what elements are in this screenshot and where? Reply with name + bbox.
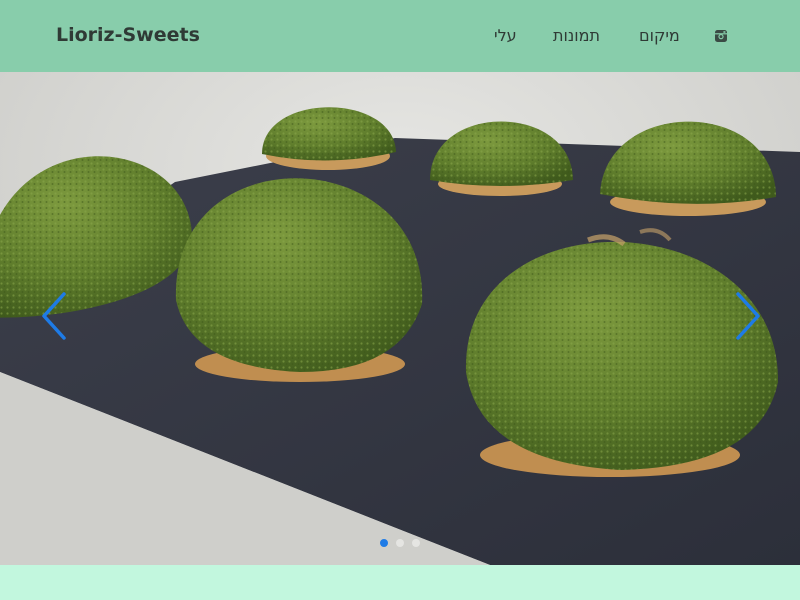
carousel-indicator-1[interactable] bbox=[380, 539, 388, 547]
page-background-band bbox=[0, 565, 800, 600]
carousel-indicator-2[interactable] bbox=[396, 539, 404, 547]
hero-carousel bbox=[0, 72, 800, 565]
chevron-left-icon bbox=[42, 292, 66, 340]
carousel-prev-button[interactable] bbox=[34, 280, 74, 350]
carousel-indicators bbox=[0, 539, 800, 551]
nav-link-about[interactable]: עלי bbox=[494, 26, 517, 45]
navbar: Lioriz-Sweets עלי תמונות מיקום bbox=[0, 0, 800, 72]
instagram-icon[interactable] bbox=[714, 28, 728, 42]
carousel-indicator-3[interactable] bbox=[412, 539, 420, 547]
slide-image bbox=[0, 72, 800, 565]
nav-link-location[interactable]: מיקום bbox=[639, 26, 680, 45]
carousel-next-button[interactable] bbox=[728, 280, 768, 350]
brand-logo-link[interactable]: Lioriz-Sweets bbox=[56, 24, 200, 46]
chevron-right-icon bbox=[736, 292, 760, 340]
nav-link-photos[interactable]: תמונות bbox=[553, 26, 600, 45]
